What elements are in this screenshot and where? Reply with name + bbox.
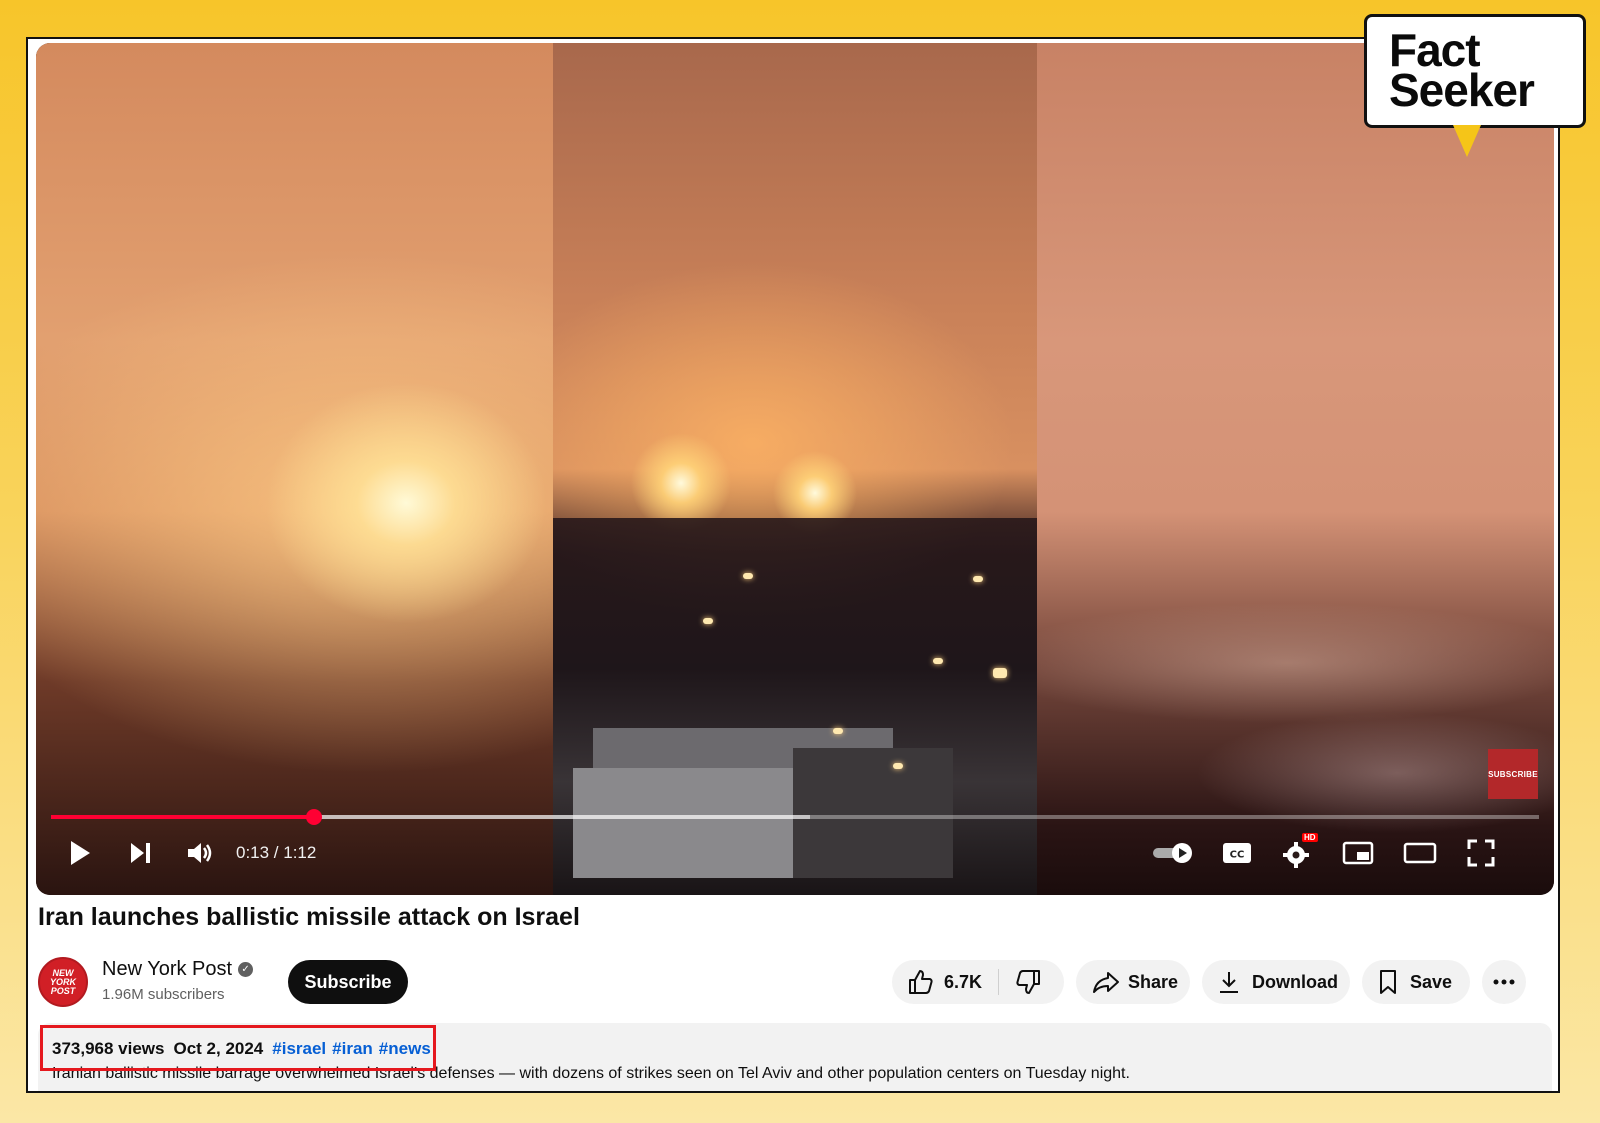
factseeker-logo: Fact Seeker <box>1364 14 1586 157</box>
time-display: 0:13 / 1:12 <box>236 843 317 862</box>
save-label: Save <box>1410 971 1453 992</box>
captions-icon: CC <box>1223 843 1251 863</box>
share-button[interactable]: Share <box>1076 960 1190 1004</box>
subscribe-button[interactable]: Subscribe <box>288 960 408 1004</box>
progress-played <box>51 815 315 819</box>
progress-bar[interactable] <box>51 809 1539 825</box>
video-blur-left <box>36 43 553 895</box>
logo-text-line2: Seeker <box>1389 64 1535 116</box>
next-button[interactable] <box>124 827 156 879</box>
more-horizontal-icon <box>1493 979 1515 985</box>
dislike-button[interactable] <box>999 960 1057 1004</box>
play-icon <box>71 841 90 865</box>
fullscreen-icon <box>1467 839 1495 867</box>
share-icon <box>1093 972 1119 993</box>
video-player[interactable]: SUBSCRIBE 0:13 / 1:12 CC HD <box>36 43 1554 895</box>
download-button[interactable]: Download <box>1202 960 1350 1004</box>
autoplay-toggle[interactable] <box>1150 827 1196 879</box>
next-icon <box>131 843 150 863</box>
like-dislike-group: 6.7K <box>892 960 1064 1004</box>
hd-badge: HD <box>1302 833 1318 842</box>
player-controls: 0:13 / 1:12 CC HD <box>36 827 1554 879</box>
miniplayer-button[interactable] <box>1340 827 1376 879</box>
video-title: Iran launches ballistic missile attack o… <box>38 903 580 931</box>
volume-icon <box>188 843 212 863</box>
theater-mode-button[interactable] <box>1400 827 1440 879</box>
miniplayer-icon <box>1342 841 1374 865</box>
like-count: 6.7K <box>944 971 983 992</box>
description-box[interactable]: 373,968 views Oct 2, 2024 #israel #iran … <box>38 1023 1552 1091</box>
video-frame <box>553 43 1037 895</box>
volume-button[interactable] <box>184 827 216 879</box>
theater-icon <box>1403 842 1437 864</box>
subscribe-watermark[interactable]: SUBSCRIBE <box>1488 749 1538 799</box>
channel-name: New York Post <box>102 958 233 980</box>
video-blur-right <box>1037 43 1554 895</box>
verified-check-icon: ✓ <box>238 962 254 977</box>
save-button[interactable]: Save <box>1362 960 1470 1004</box>
youtube-page: SUBSCRIBE 0:13 / 1:12 CC HD Iran launche… <box>26 37 1560 1093</box>
subscriber-count: 1.96M subscribers <box>102 986 225 1003</box>
like-button[interactable]: 6.7K <box>892 960 998 1004</box>
share-label: Share <box>1128 971 1179 992</box>
thumbs-up-icon <box>909 970 933 994</box>
download-icon <box>1220 972 1238 993</box>
settings-button[interactable]: HD <box>1280 827 1318 879</box>
gear-icon <box>1283 842 1309 868</box>
logo-beak-icon <box>1453 125 1481 157</box>
captions-button[interactable]: CC <box>1220 827 1254 879</box>
channel-name-link[interactable]: New York Post ✓ <box>102 958 254 981</box>
autoplay-icon <box>1153 843 1192 863</box>
thumbs-down-icon <box>1016 970 1041 994</box>
download-label: Download <box>1252 971 1338 992</box>
play-button[interactable] <box>64 827 96 879</box>
fullscreen-button[interactable] <box>1464 827 1498 879</box>
more-actions-button[interactable] <box>1482 960 1526 1004</box>
channel-avatar[interactable]: NEW YORK POST <box>38 957 88 1007</box>
red-highlight-annotation <box>40 1025 436 1071</box>
bookmark-icon <box>1380 970 1396 994</box>
svg-text:CC: CC <box>1230 850 1245 861</box>
